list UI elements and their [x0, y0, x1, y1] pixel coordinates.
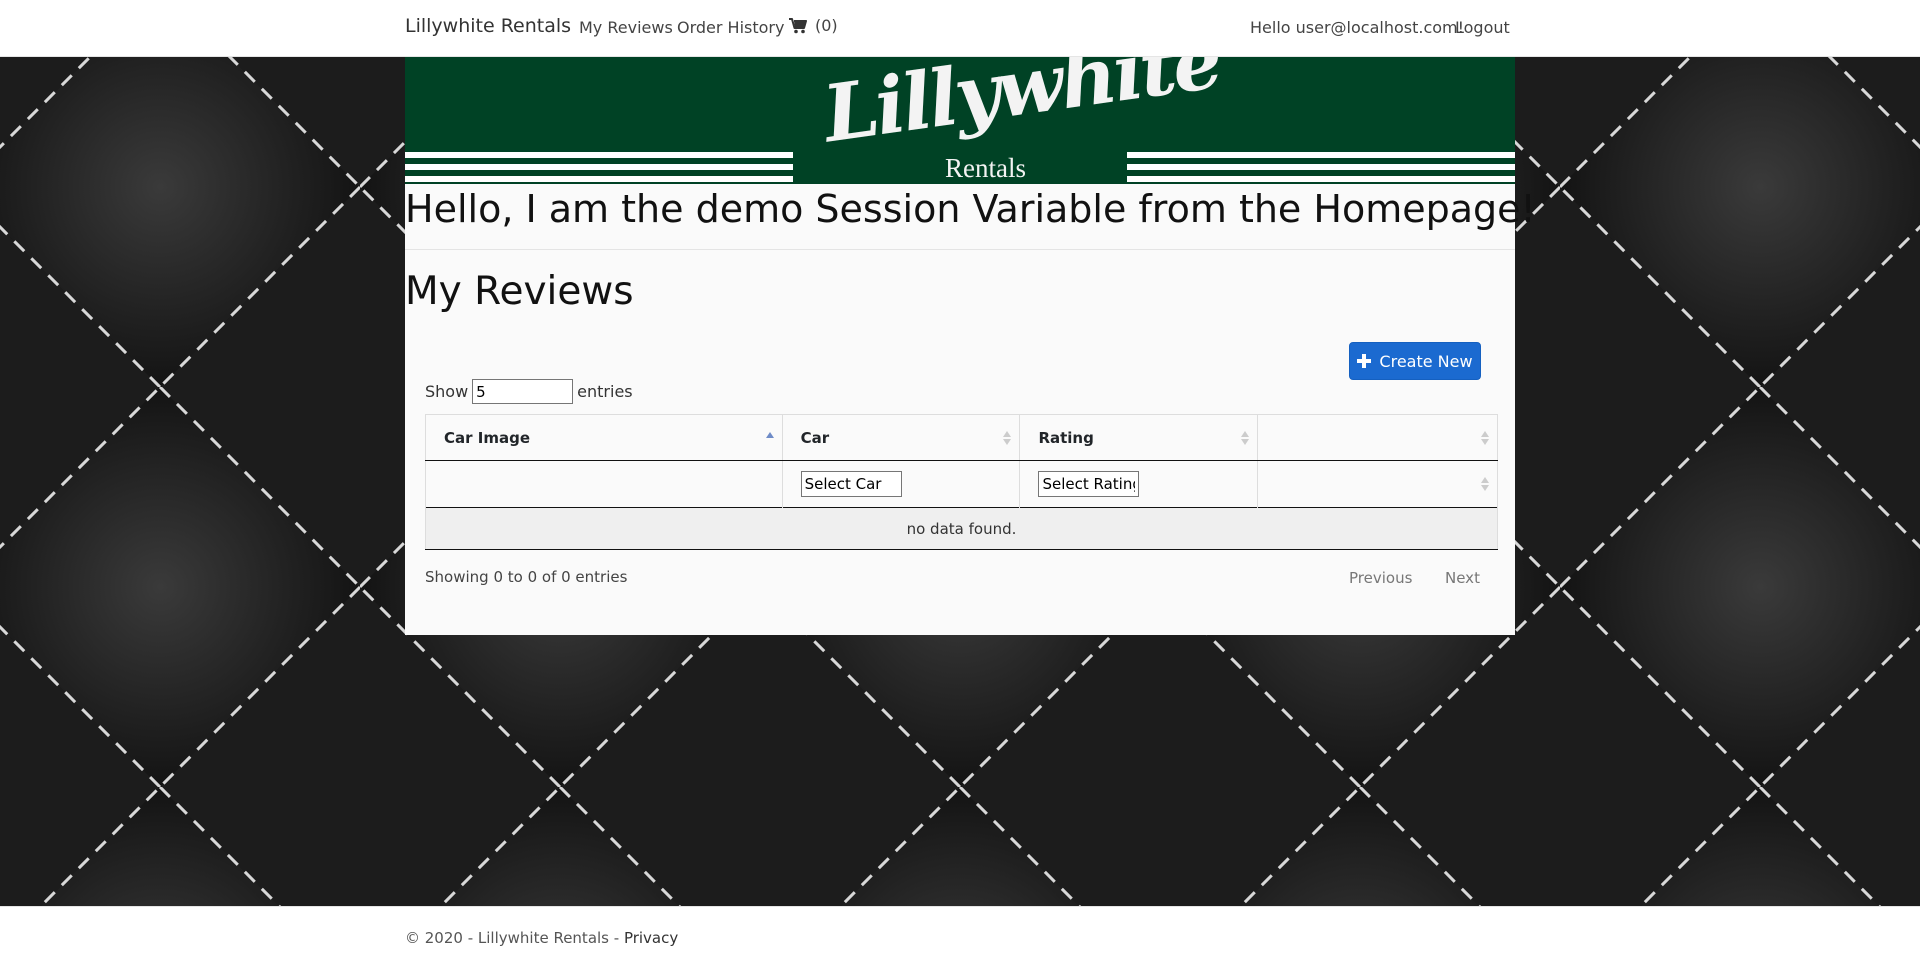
- filter-cell-car: [782, 460, 1021, 508]
- next-page-button[interactable]: Next: [1445, 569, 1480, 587]
- filter-cell-car-image: [425, 460, 783, 508]
- header-banner: Lillywhite Rentals: [405, 57, 1515, 184]
- cart-icon: [789, 17, 807, 33]
- create-new-button[interactable]: Create New: [1349, 342, 1481, 380]
- column-header-actions[interactable]: [1257, 414, 1498, 461]
- copyright-text: © 2020 - Lillywhite Rentals -: [405, 929, 624, 947]
- empty-message: no data found.: [425, 507, 1498, 550]
- filter-cell-rating: [1019, 460, 1259, 508]
- filter-row: [425, 460, 1498, 508]
- sort-icon: [1241, 431, 1250, 445]
- nav-order-history[interactable]: Order History: [677, 18, 784, 37]
- create-new-label: Create New: [1379, 351, 1473, 371]
- banner-stripe: [1127, 176, 1515, 182]
- logout-link[interactable]: Logout: [1455, 18, 1510, 37]
- brand-link[interactable]: Lillywhite Rentals: [405, 15, 571, 37]
- logo-script: Lillywhite: [818, 57, 1226, 161]
- banner-stripe: [405, 176, 793, 182]
- column-label: Car: [800, 428, 830, 447]
- top-navbar: Lillywhite Rentals My Reviews Order Hist…: [0, 0, 1920, 57]
- session-message: Hello, I am the demo Session Variable fr…: [405, 187, 1536, 231]
- show-label: Show: [425, 382, 469, 401]
- cart-link[interactable]: (0): [789, 16, 838, 35]
- footer-text: © 2020 - Lillywhite Rentals - Privacy: [405, 929, 678, 947]
- entries-length-control: Show entries: [425, 379, 633, 404]
- column-header-rating[interactable]: Rating: [1019, 414, 1259, 461]
- reviews-table: Car Image Car Rating Select Car Select R…: [425, 414, 1498, 550]
- entries-label: entries: [577, 382, 633, 401]
- cart-count: (0): [815, 16, 838, 35]
- banner-stripe: [1127, 164, 1515, 170]
- sort-icon: [1481, 477, 1489, 491]
- logo-subtitle: Rentals: [945, 153, 1026, 183]
- privacy-link[interactable]: Privacy: [624, 929, 678, 947]
- sort-asc-icon: [765, 432, 774, 438]
- banner-stripe: [1127, 152, 1515, 158]
- banner-stripe: [405, 152, 793, 158]
- main-container: Lillywhite Rentals Hello, I am the demo …: [405, 57, 1536, 635]
- divider: [405, 249, 1515, 250]
- filter-cell-actions: [1257, 460, 1498, 508]
- banner-stripe: [405, 164, 793, 170]
- user-greeting[interactable]: Hello user@localhost.com!: [1250, 18, 1464, 37]
- column-header-car[interactable]: Car: [782, 414, 1021, 461]
- plus-icon: [1357, 354, 1372, 368]
- sort-icon: [1003, 431, 1012, 445]
- nav-my-reviews[interactable]: My Reviews: [579, 18, 673, 37]
- rating-filter-input[interactable]: [1038, 471, 1140, 497]
- column-header-car-image[interactable]: Car Image: [425, 414, 783, 461]
- sort-icon: [1481, 431, 1489, 445]
- previous-page-button[interactable]: Previous: [1349, 569, 1412, 587]
- car-filter-input[interactable]: [800, 471, 902, 497]
- footer: © 2020 - Lillywhite Rentals - Privacy: [0, 906, 1920, 967]
- column-label: Rating: [1038, 428, 1094, 447]
- table-row: no data found.: [425, 507, 1498, 550]
- entries-count-input[interactable]: [472, 379, 574, 404]
- page-title: My Reviews: [405, 269, 634, 314]
- table-info: Showing 0 to 0 of 0 entries: [425, 568, 628, 586]
- column-label: Car Image: [444, 428, 530, 447]
